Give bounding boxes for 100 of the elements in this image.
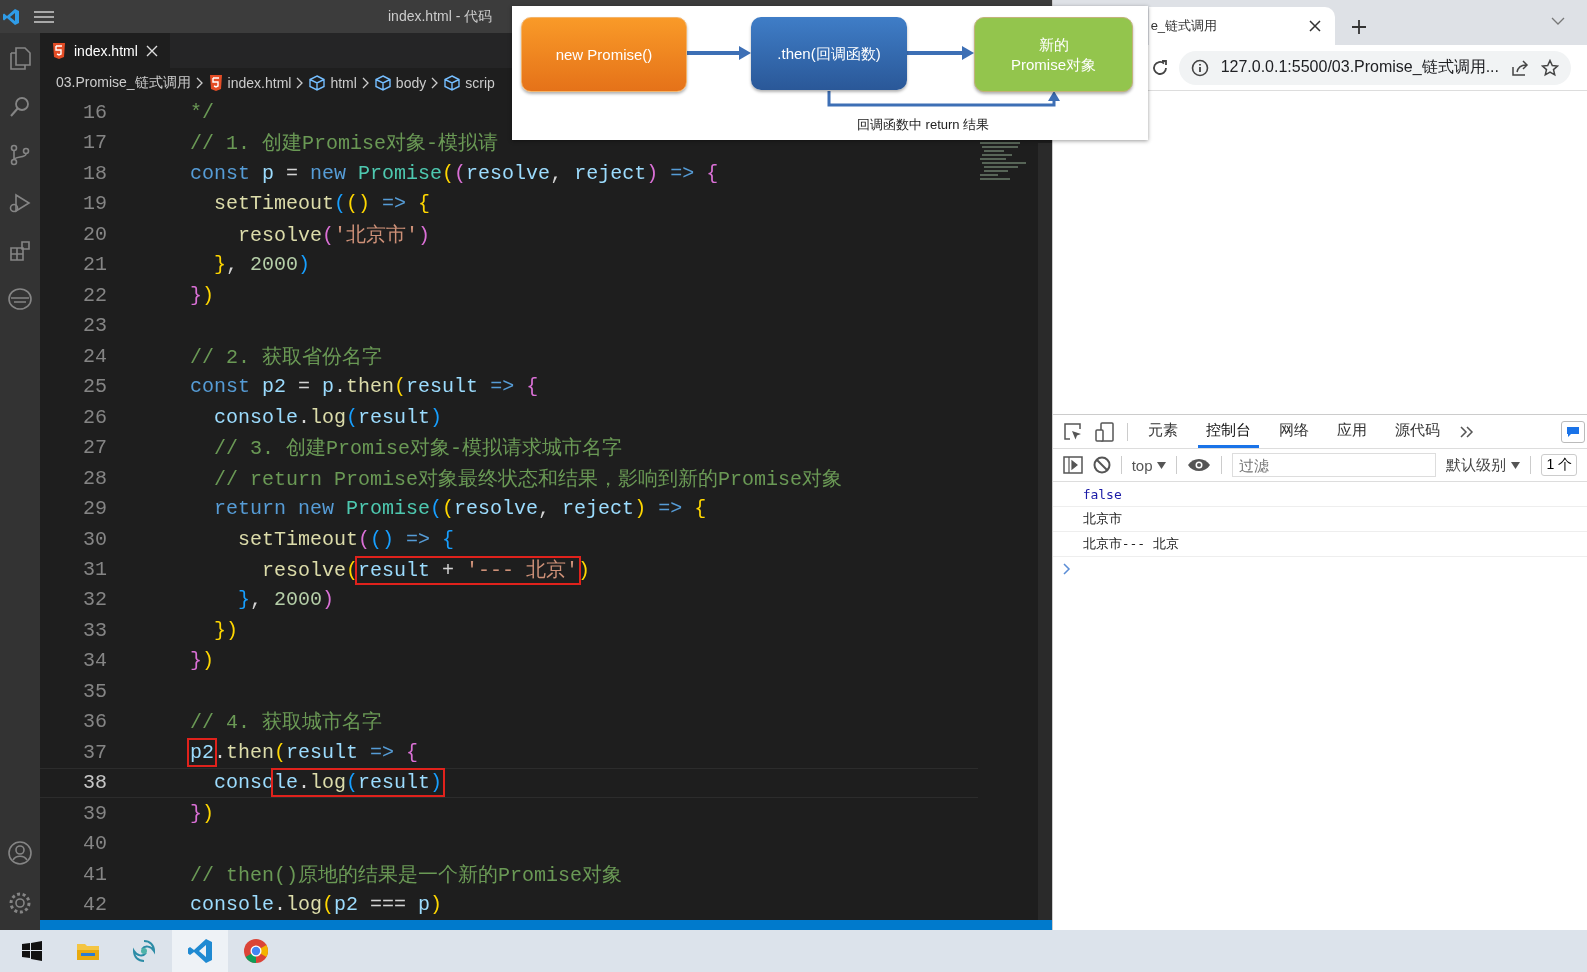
menu-icon[interactable]: [34, 9, 54, 24]
breadcrumb-item[interactable]: index.html: [227, 74, 292, 91]
line-number: 16: [82, 100, 107, 124]
code-line: const p2 = p.then(result => {: [190, 375, 539, 399]
line-number: 35: [82, 679, 107, 703]
files-icon[interactable]: [8, 45, 32, 71]
log-level-select[interactable]: 默认级别: [1446, 455, 1521, 475]
window-title: index.html - 代码: [388, 7, 493, 26]
devtools-tab[interactable]: 应用: [1328, 415, 1375, 448]
filter-field[interactable]: 过滤: [1232, 453, 1437, 477]
address-bar[interactable]: 127.0.0.1:5500/03.Promise_链式调用...: [1178, 50, 1571, 85]
devtools-tab[interactable]: 控制台: [1197, 415, 1259, 448]
devtools-tab[interactable]: 源代码: [1386, 415, 1448, 448]
issues-icon[interactable]: [1561, 420, 1585, 443]
settings-icon[interactable]: [7, 890, 33, 916]
cube-icon: [444, 74, 461, 91]
code-line: }): [190, 801, 215, 825]
code-line: resolve(result + '--- 北京'): [190, 556, 591, 583]
search-icon[interactable]: [8, 95, 32, 119]
context-select[interactable]: top: [1131, 456, 1167, 474]
eye-icon[interactable]: [1187, 457, 1212, 473]
chevron-down-icon[interactable]: [1551, 17, 1565, 25]
reload-icon[interactable]: [1150, 58, 1169, 77]
code-line: console.log(p2 === p): [190, 893, 443, 917]
code-line: conso le.log(result): [190, 771, 443, 795]
scrollbar[interactable]: [1037, 143, 1052, 920]
code-line: // then()原地的结果是一个新的Promise对象: [190, 862, 623, 888]
caret-icon: [1511, 461, 1521, 469]
code-line: resolve('北京市'): [237, 222, 431, 248]
close-icon[interactable]: [1308, 20, 1321, 32]
browser-tab[interactable]: e_链式调用: [1148, 7, 1335, 45]
code-line: // 3. 创建Promise对象-模拟请求城市名字: [213, 436, 623, 462]
line-number: 32: [82, 588, 107, 612]
account-icon[interactable]: [7, 840, 33, 866]
remote-icon[interactable]: [7, 287, 33, 311]
caret-icon: [1157, 461, 1167, 469]
line-number: 39: [82, 801, 107, 825]
code-line: setTimeout(() => {: [213, 192, 431, 216]
html-file-icon: [52, 42, 66, 59]
vscode-logo-icon: [2, 7, 20, 26]
app-icon[interactable]: [132, 939, 156, 963]
console-message: 北京市: [1052, 507, 1587, 532]
line-number: 19: [82, 192, 107, 216]
vscode-icon[interactable]: [187, 938, 213, 964]
breadcrumb-item[interactable]: 03.Promise_链式调用: [56, 73, 191, 92]
line-number: 17: [82, 131, 107, 155]
line-number: 41: [82, 862, 107, 886]
devtools-tab[interactable]: 网络: [1270, 415, 1317, 448]
chevron-icon: [296, 76, 305, 89]
chevron-icon: [431, 76, 440, 89]
extensions-icon[interactable]: [8, 239, 32, 263]
clear-icon[interactable]: [1092, 456, 1111, 474]
issues-count[interactable]: 1 个: [1541, 454, 1578, 476]
folder-icon[interactable]: [76, 941, 100, 961]
editor-tab[interactable]: index.html: [40, 33, 170, 68]
line-number: 25: [82, 375, 107, 399]
code-line: // 1. 创建Promise对象-模拟请: [190, 131, 499, 157]
inspect-icon[interactable]: [1062, 421, 1083, 442]
line-number: 31: [82, 558, 107, 581]
device-icon[interactable]: [1094, 421, 1115, 442]
code-line: const p = new Promise((resolve, reject) => {: [190, 161, 719, 185]
chrome-icon[interactable]: [243, 938, 269, 964]
line-number: 36: [82, 710, 107, 734]
line-number: 37: [82, 740, 107, 764]
breadcrumb-item[interactable]: body: [395, 74, 427, 91]
source-control-icon[interactable]: [8, 143, 32, 167]
line-number: 28: [82, 466, 107, 490]
sidebar-icon[interactable]: [1062, 456, 1083, 474]
arrow-label: 回调函数中 return 结果: [857, 116, 990, 134]
console-message: 北京市--- 北京: [1052, 532, 1587, 557]
line-number: 29: [82, 497, 107, 521]
cube-icon: [374, 74, 391, 91]
share-icon[interactable]: [1511, 58, 1529, 77]
devtools-tab[interactable]: 元素: [1139, 415, 1186, 448]
star-icon[interactable]: [1541, 58, 1559, 77]
line-number: 24: [82, 344, 107, 368]
line-number: 33: [82, 618, 107, 642]
flow-node: new Promise(): [521, 17, 687, 92]
line-number: 18: [82, 161, 107, 185]
line-number: 27: [82, 436, 107, 460]
line-number: 26: [82, 405, 107, 429]
cube-icon: [309, 74, 326, 91]
html-file-icon: [208, 74, 223, 91]
console-message: false: [1052, 482, 1587, 507]
line-number: 21: [82, 253, 107, 277]
run-debug-icon[interactable]: [8, 191, 32, 215]
more-tabs-icon[interactable]: [1459, 425, 1474, 438]
new-tab-icon[interactable]: [1350, 19, 1367, 35]
start-icon[interactable]: [22, 941, 42, 961]
chevron-icon: [195, 76, 204, 89]
info-icon: [1190, 58, 1209, 77]
code-line: // 2. 获取省份名字: [190, 344, 382, 370]
flow-arrow: [907, 46, 974, 60]
breadcrumb-item[interactable]: html: [330, 74, 357, 91]
code-line: setTimeout(() => {: [237, 527, 455, 551]
breadcrumb-item[interactable]: scrip: [465, 74, 495, 91]
line-number: 22: [82, 283, 107, 307]
line-number: 20: [82, 222, 107, 246]
line-number: 30: [82, 527, 107, 551]
code-line: p2.then(result => {: [190, 740, 419, 764]
